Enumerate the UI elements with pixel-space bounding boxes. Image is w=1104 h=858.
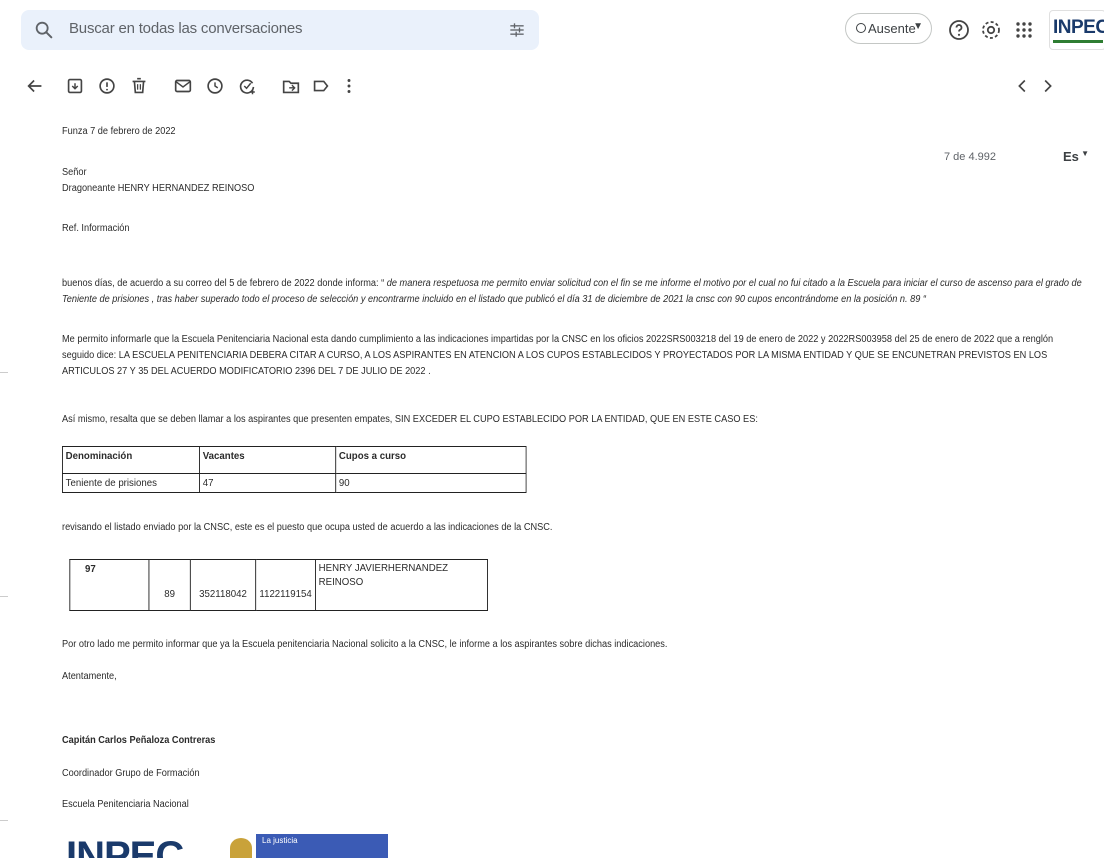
candidate-name-line-1: HENRY JAVIERHERNANDEZ [318, 562, 449, 574]
ranking-table: 97 89 352118042 1122119154 HENRY JAVIERH… [69, 559, 488, 611]
report-spam-icon[interactable] [96, 75, 118, 97]
pagination-count: 7 de 4.992 [944, 151, 996, 163]
settings-gear-icon[interactable] [979, 18, 1003, 42]
signer-name: Capitán Carlos Peñaloza Contreras [62, 735, 216, 746]
search-input[interactable]: Buscar en todas las conversaciones [69, 20, 303, 37]
table-cell: 1122119154 [255, 559, 316, 611]
footer-logo-text: INPEC [66, 834, 184, 858]
coat-of-arms-icon [230, 838, 252, 858]
delete-trash-icon[interactable] [128, 75, 150, 97]
apps-grid-icon[interactable] [1012, 18, 1036, 42]
letter-reference: Ref. Información [62, 223, 130, 234]
language-selector[interactable]: Es ▼ [1063, 149, 1089, 164]
search-icon[interactable] [33, 19, 55, 41]
signer-role: Coordinador Grupo de Formación [62, 768, 200, 779]
table-cell: 89 [148, 559, 191, 611]
label-tag-icon[interactable] [310, 75, 332, 97]
message-toolbar: 7 de 4.992 Es ▼ [0, 72, 1104, 164]
table-cell-name: HENRY JAVIERHERNANDEZ REINOSO [315, 559, 488, 611]
brand-logo-stripe [1053, 40, 1103, 43]
edge-mark [0, 596, 8, 597]
letter-closing: Atentamente, [62, 671, 117, 682]
search-options-icon[interactable] [507, 20, 527, 40]
edge-mark [0, 372, 8, 373]
table-header-cell: Cupos a curso [335, 446, 527, 474]
table-cell: Teniente de prisiones [61, 473, 201, 493]
table-cell: 90 [335, 473, 527, 493]
letter-paragraph-3: Así mismo, resalta que se deben llamar a… [62, 414, 758, 425]
add-task-icon[interactable] [236, 75, 258, 97]
status-dropdown[interactable]: Ausente ▼ [845, 13, 932, 44]
brand-logo-text: INPEC [1053, 17, 1104, 38]
table-header-cell: Vacantes [199, 446, 337, 474]
edge-mark [0, 820, 8, 821]
status-label: Ausente [868, 21, 916, 36]
letter-recipient: Dragoneante HENRY HERNANDEZ REINOSO [62, 183, 255, 194]
top-bar: Buscar en todas las conversaciones Ausen… [0, 0, 1104, 62]
letter-place-date: Funza 7 de febrero de 2022 [62, 126, 176, 137]
more-options-icon[interactable] [338, 75, 360, 97]
table-row: 97 89 352118042 1122119154 HENRY JAVIERH… [69, 559, 488, 611]
move-to-folder-icon[interactable] [280, 75, 302, 97]
letter-paragraph-5: Por otro lado me permito informar que ya… [62, 639, 668, 650]
table-header-cell: Denominación [61, 446, 201, 474]
letter-paragraph-1-intro: buenos días, de acuerdo a su correo del … [62, 278, 385, 289]
language-label: Es [1063, 149, 1079, 164]
signer-organization: Escuela Penitenciaria Nacional [62, 799, 189, 810]
table-cell: 47 [199, 473, 337, 493]
footer-logo-badge-text: La justicia [262, 836, 298, 845]
chevron-right-icon[interactable] [1036, 75, 1058, 97]
chevron-down-icon: ▼ [1078, 149, 1090, 158]
letter-paragraph-4: revisando el listado enviado por la CNSC… [62, 522, 553, 533]
help-icon[interactable] [947, 18, 971, 42]
vacancies-table: Denominación Vacantes Cupos a curso Teni… [61, 446, 527, 493]
chevron-down-icon: ▼ [913, 21, 923, 32]
letter-paragraph-1: buenos días, de acuerdo a su correo del … [62, 276, 1083, 308]
account-brand-logo[interactable]: INPEC [1049, 10, 1104, 50]
letter-paragraph-2: Me permito informarle que la Escuela Pen… [62, 334, 1054, 377]
table-cell: 97 [69, 559, 150, 611]
footer-inpec-logo: INPEC La justicia [66, 826, 396, 858]
chevron-left-icon[interactable] [1012, 75, 1034, 97]
snooze-clock-icon[interactable] [204, 75, 226, 97]
search-bar[interactable]: Buscar en todas las conversaciones [21, 10, 539, 50]
letter-salutation: Señor [62, 167, 87, 178]
footer-logo-badge: La justicia [256, 834, 388, 858]
table-row: Teniente de prisiones 47 90 [61, 473, 527, 493]
back-arrow-icon[interactable] [24, 75, 46, 97]
candidate-name-line-2: REINOSO [318, 576, 364, 588]
table-cell: 352118042 [189, 559, 257, 611]
status-indicator-icon [856, 23, 866, 33]
archive-icon[interactable] [64, 75, 86, 97]
table-header-row: Denominación Vacantes Cupos a curso [61, 446, 527, 474]
mark-unread-icon[interactable] [172, 75, 194, 97]
